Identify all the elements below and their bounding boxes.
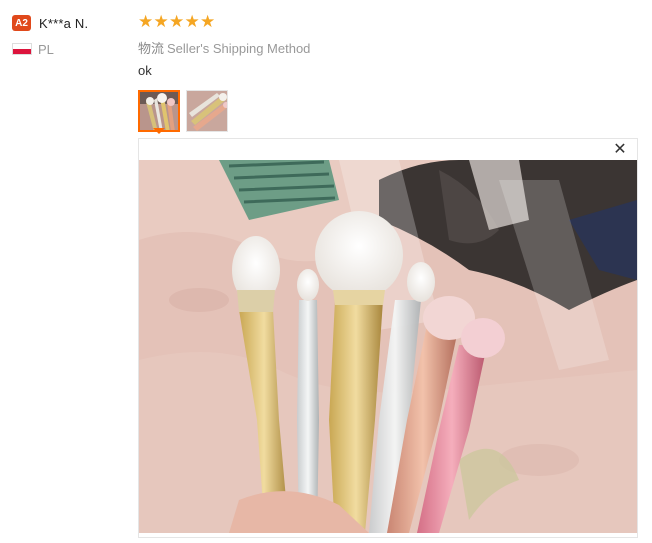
star-icon: ★ bbox=[153, 11, 169, 31]
buyer-level-badge: A2 bbox=[12, 15, 31, 31]
thumbnail-image bbox=[140, 92, 178, 130]
reviewer-info: A2 K***a N. PL bbox=[12, 14, 132, 57]
selected-thumbnail-caret bbox=[153, 128, 165, 134]
review-thumbnails bbox=[138, 90, 638, 132]
review-thumbnail-2[interactable] bbox=[186, 90, 228, 132]
review-item: A2 K***a N. PL ★ ★ ★ ★ ★ 物流 Seller's Ship… bbox=[0, 0, 652, 543]
close-icon[interactable]: ✕ bbox=[613, 142, 627, 158]
image-viewer: ✕ bbox=[138, 138, 638, 538]
reviewer-country: PL bbox=[38, 41, 54, 57]
shipping-method: Seller's Shipping Method bbox=[167, 41, 311, 56]
star-icon: ★ bbox=[184, 11, 200, 31]
review-photo bbox=[139, 160, 637, 533]
review-photo-image bbox=[139, 160, 637, 533]
review-content: ★ ★ ★ ★ ★ 物流 Seller's Shipping Method ok bbox=[138, 12, 638, 132]
star-rating: ★ ★ ★ ★ ★ bbox=[138, 12, 638, 30]
poland-flag-icon bbox=[12, 43, 32, 55]
star-icon: ★ bbox=[200, 11, 216, 31]
shipping-info: 物流 Seller's Shipping Method bbox=[138, 38, 638, 56]
star-icon: ★ bbox=[138, 11, 154, 31]
star-icon: ★ bbox=[169, 11, 185, 31]
shipping-label: 物流 bbox=[138, 41, 165, 56]
review-comment: ok bbox=[138, 63, 152, 78]
review-thumbnail-1[interactable] bbox=[138, 90, 180, 132]
reviewer-name: K***a N. bbox=[39, 15, 89, 31]
thumbnail-image bbox=[187, 91, 227, 131]
